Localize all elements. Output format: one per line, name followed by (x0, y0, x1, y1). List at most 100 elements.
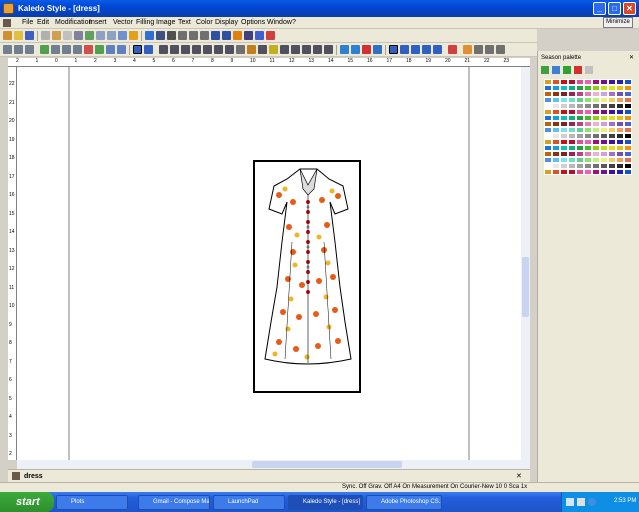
color-swatch[interactable] (552, 169, 560, 175)
join-icon[interactable] (324, 45, 333, 54)
menu-text[interactable]: Text (178, 19, 191, 26)
color-swatch[interactable] (600, 169, 608, 175)
color-swatch[interactable] (544, 169, 552, 175)
brush-tool-icon[interactable] (448, 45, 457, 54)
close-palette-icon[interactable]: ✕ (629, 54, 634, 61)
dodge-icon[interactable] (117, 45, 126, 54)
color-swatch[interactable] (592, 169, 600, 175)
document-tab[interactable]: dress (24, 473, 43, 480)
menu-color[interactable]: Color (196, 19, 213, 26)
text-frame-icon[interactable] (133, 45, 142, 54)
color-swatch[interactable] (608, 169, 616, 175)
color-fill-icon[interactable] (340, 45, 349, 54)
distribute-icon[interactable] (200, 31, 209, 40)
save-icon[interactable] (25, 31, 34, 40)
outline-icon[interactable] (474, 45, 483, 54)
color-swatch[interactable] (624, 169, 632, 175)
magnifier-minus-icon[interactable] (222, 31, 231, 40)
menu-edit[interactable]: Edit (37, 19, 49, 26)
square-icon[interactable] (214, 45, 223, 54)
menu-help[interactable]: ? (292, 19, 296, 26)
add-color-icon[interactable] (541, 66, 549, 74)
crop-icon[interactable] (25, 45, 34, 54)
view-normal-icon[interactable] (389, 45, 398, 54)
volume-icon[interactable] (577, 498, 585, 506)
color-picker-icon[interactable] (233, 31, 242, 40)
vertical-scroll-thumb[interactable] (522, 257, 529, 317)
color-wheel-icon[interactable] (373, 45, 382, 54)
blur-icon[interactable] (95, 45, 104, 54)
stamp-icon[interactable] (73, 45, 82, 54)
spline-icon[interactable] (280, 45, 289, 54)
view-split-icon[interactable] (400, 45, 409, 54)
scissors-icon[interactable] (236, 45, 245, 54)
taskbar-item-gmail[interactable]: Gmail - Compose Mail ... (138, 495, 210, 510)
delete-color-icon[interactable] (574, 66, 582, 74)
color-swatch[interactable] (560, 169, 568, 175)
taskbar-item-plots[interactable]: Plots (56, 495, 128, 510)
lasso-icon[interactable] (14, 45, 23, 54)
minimize-document-button[interactable]: Minimize (603, 17, 633, 28)
circle-icon[interactable] (225, 45, 234, 54)
curve-icon[interactable] (181, 45, 190, 54)
menu-vector[interactable]: Vector (113, 19, 133, 26)
color-swatch[interactable] (568, 169, 576, 175)
image-frame-icon[interactable] (144, 45, 153, 54)
minimize-window-button[interactable]: _ (593, 2, 606, 15)
layers-icon[interactable] (244, 31, 253, 40)
vertical-scrollbar[interactable] (521, 67, 530, 460)
undo-icon[interactable] (74, 31, 83, 40)
settings-icon[interactable] (266, 31, 275, 40)
messenger-icon[interactable] (588, 498, 596, 506)
polyline-icon[interactable] (258, 45, 267, 54)
size-icon[interactable] (496, 45, 505, 54)
paste-icon[interactable] (63, 31, 72, 40)
edit-color-icon[interactable] (552, 66, 560, 74)
horizontal-scrollbar[interactable] (17, 460, 530, 469)
start-button[interactable]: start (0, 492, 54, 512)
transform-icon[interactable] (167, 31, 176, 40)
hand-icon[interactable] (129, 31, 138, 40)
smudge-icon[interactable] (106, 45, 115, 54)
ellipse-icon[interactable] (203, 45, 212, 54)
move-icon[interactable] (156, 31, 165, 40)
close-window-button[interactable]: ✕ (623, 2, 636, 15)
color-swatch[interactable] (584, 169, 592, 175)
align-icon[interactable] (189, 31, 198, 40)
open-icon[interactable] (14, 31, 23, 40)
taskbar-item-kaledo[interactable]: Kaledo Style - [dress] (288, 495, 363, 510)
menu-display[interactable]: Display (215, 19, 238, 26)
new-icon[interactable] (3, 31, 12, 40)
taskbar-item-launchpad[interactable]: LaunchPad (213, 495, 285, 510)
bezier-icon[interactable] (247, 45, 256, 54)
network-icon[interactable] (566, 498, 574, 506)
cut-icon[interactable] (41, 31, 50, 40)
measure-icon[interactable] (291, 45, 300, 54)
menu-insert[interactable]: Insert (89, 19, 107, 26)
zoom-fit-icon[interactable] (118, 31, 127, 40)
menu-file[interactable]: File (22, 19, 33, 26)
gradient-icon[interactable] (84, 45, 93, 54)
help-icon[interactable] (585, 66, 593, 74)
line-icon[interactable] (269, 45, 278, 54)
eraser-icon[interactable] (62, 45, 71, 54)
window-icon[interactable] (485, 45, 494, 54)
pointer-icon[interactable] (159, 45, 168, 54)
select-icon[interactable] (145, 31, 154, 40)
print-icon[interactable] (85, 31, 94, 40)
grid-icon[interactable] (178, 31, 187, 40)
taskbar-item-photoshop[interactable]: Adobe Photoshop CS... (366, 495, 442, 510)
offset-icon[interactable] (313, 45, 322, 54)
menu-filling[interactable]: Filling (136, 19, 154, 26)
rectangle-select-icon[interactable] (3, 45, 12, 54)
view-guides-icon[interactable] (422, 45, 431, 54)
stroke-icon[interactable] (362, 45, 371, 54)
color-swatch[interactable] (576, 169, 584, 175)
zoom-out-icon[interactable] (107, 31, 116, 40)
maximize-window-button[interactable]: □ (608, 2, 621, 15)
pen-icon[interactable] (170, 45, 179, 54)
copy-icon[interactable] (52, 31, 61, 40)
zoom-in-icon[interactable] (96, 31, 105, 40)
view-rulers-icon[interactable] (433, 45, 442, 54)
menu-window[interactable]: Window (267, 19, 292, 26)
